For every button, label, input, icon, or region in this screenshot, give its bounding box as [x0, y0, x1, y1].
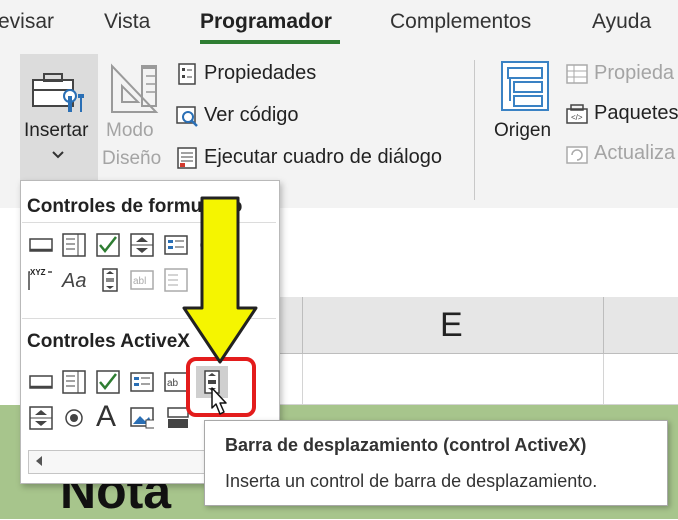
scroll-left-icon[interactable]	[29, 451, 49, 471]
view-code-button[interactable]: Ver código	[176, 104, 299, 127]
design-mode-icon	[111, 63, 159, 113]
xml-properties-label: Propieda	[594, 62, 675, 84]
active-tab-indicator	[200, 40, 340, 44]
activex-list-box-icon[interactable]	[130, 370, 154, 394]
grid-row[interactable]	[278, 354, 678, 405]
refresh-data-button[interactable]: Actualiza	[566, 142, 675, 165]
activex-label-icon[interactable]: A	[96, 400, 116, 434]
tab-complementos[interactable]: Complementos	[390, 10, 531, 34]
run-dialog-button[interactable]: Ejecutar cuadro de diálogo	[176, 146, 442, 169]
xml-properties-icon	[566, 63, 588, 85]
source-label[interactable]: Origen	[494, 120, 551, 142]
activex-option-button-icon[interactable]	[62, 406, 86, 430]
activex-spin-button-icon[interactable]	[29, 406, 53, 430]
properties-button[interactable]: Propiedades	[176, 62, 316, 85]
expansion-packs-button[interactable]: </> Paquetes	[566, 102, 678, 125]
design-mode-label-1: Modo	[106, 120, 154, 141]
column-header-f[interactable]	[604, 297, 678, 354]
control-tooltip: Barra de desplazamiento (control ActiveX…	[204, 420, 668, 506]
activex-combo-box-icon[interactable]	[62, 370, 86, 394]
down-arrow-icon	[182, 196, 258, 364]
activex-image-icon[interactable]	[130, 406, 154, 430]
expansion-packs-label: Paquetes	[594, 102, 678, 124]
group-box-icon[interactable]: XYZ	[28, 266, 52, 290]
view-code-label: Ver código	[204, 104, 299, 126]
cursor-icon	[211, 387, 227, 415]
tooltip-title: Barra de desplazamiento (control ActiveX…	[225, 435, 587, 455]
svg-text:XYZ: XYZ	[30, 268, 46, 277]
group-separator	[474, 60, 475, 200]
tab-ayuda[interactable]: Ayuda	[592, 10, 651, 34]
properties-label: Propiedades	[204, 62, 317, 84]
ribbon-tab-bar: evisar Vista Programador Complementos Ay…	[0, 0, 678, 48]
refresh-data-icon	[566, 143, 588, 165]
svg-text:abl: abl	[133, 276, 146, 287]
combo-box-icon[interactable]	[62, 233, 86, 257]
activex-controls-title: Controles ActiveX	[27, 331, 190, 352]
xml-properties-button[interactable]: Propieda	[566, 62, 674, 85]
text-field-disabled-icon: abl	[130, 270, 154, 290]
toolbox-icon	[32, 73, 84, 112]
properties-icon	[176, 62, 198, 85]
column-header-d[interactable]	[278, 297, 303, 354]
design-mode-label-2: Diseño	[102, 148, 162, 169]
activex-button-icon[interactable]	[29, 370, 53, 394]
insert-label: Insertar	[24, 120, 89, 141]
column-e-label: E	[440, 306, 463, 344]
refresh-data-label: Actualiza	[594, 142, 676, 164]
label-control-icon[interactable]: Aa	[62, 270, 86, 293]
svg-text:ab: ab	[167, 378, 179, 389]
run-dialog-icon	[176, 146, 198, 169]
view-code-icon	[176, 105, 198, 127]
tab-vista[interactable]: Vista	[104, 10, 150, 34]
activex-checkbox-icon[interactable]	[96, 370, 120, 394]
tab-revisar[interactable]: evisar	[0, 10, 54, 34]
activex-text-box-icon[interactable]: ab	[164, 370, 188, 394]
checkbox-control-icon[interactable]	[96, 233, 120, 257]
chevron-down-icon	[52, 151, 64, 159]
button-control-icon[interactable]	[29, 233, 53, 257]
source-icon	[501, 61, 549, 111]
svg-text:</>: </>	[571, 113, 583, 122]
tooltip-description: Inserta un control de barra de desplazam…	[225, 471, 598, 491]
expansion-packs-icon: </>	[566, 103, 588, 125]
tab-programador[interactable]: Programador	[200, 10, 332, 34]
run-dialog-label: Ejecutar cuadro de diálogo	[204, 146, 442, 168]
scroll-bar-form-icon[interactable]	[98, 268, 122, 292]
spin-button-icon[interactable]	[130, 233, 154, 257]
